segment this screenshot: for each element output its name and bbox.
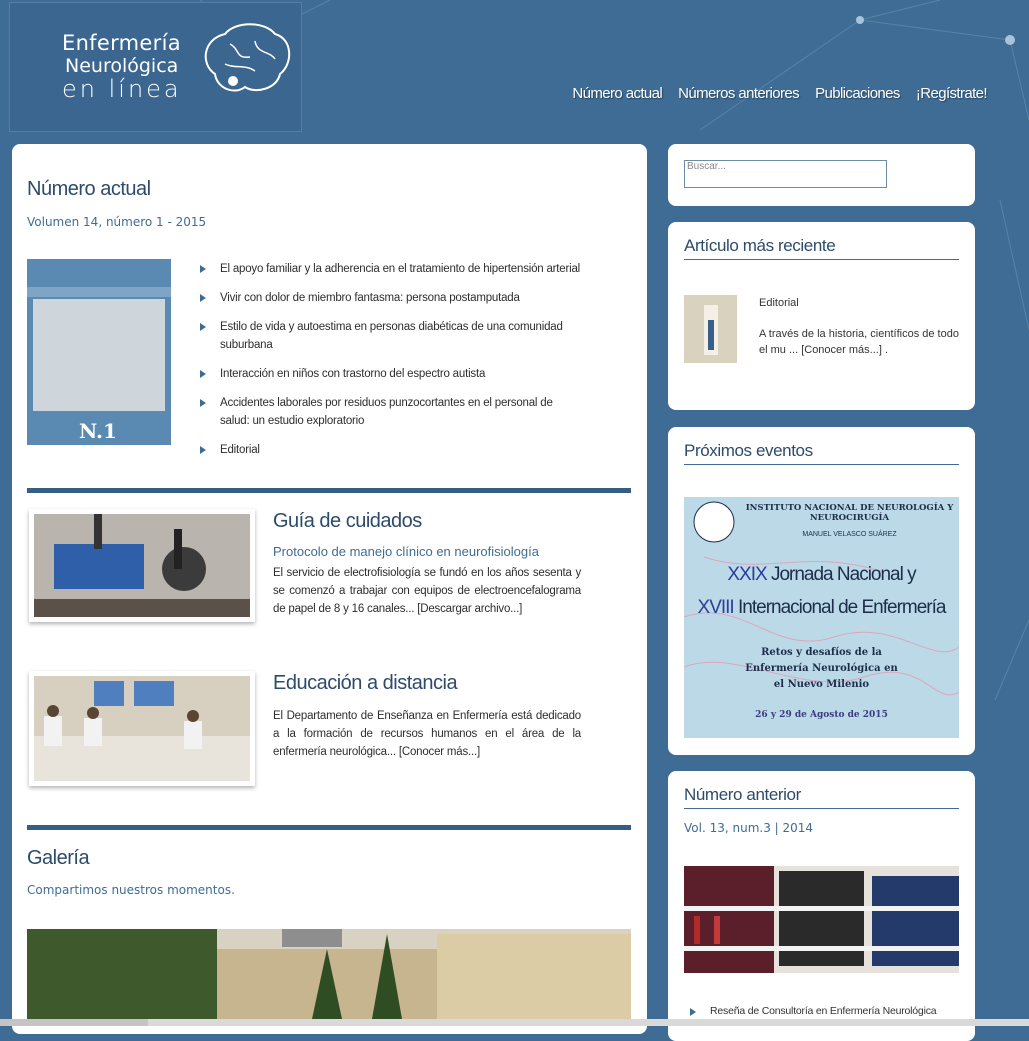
horizontal-scrollbar[interactable] <box>0 1019 1029 1026</box>
event-line-1: XXIX Jornada Nacional y <box>684 564 959 586</box>
event-line-2: XVIII Internacional de Enfermería <box>684 597 959 619</box>
recent-article-thumbnail[interactable] <box>684 295 737 363</box>
article-link[interactable]: Vivir con dolor de miembro fantasma: per… <box>200 289 585 307</box>
recent-article-excerpt: A través de la historia, científicos de … <box>759 326 959 358</box>
current-issue-title: Número actual <box>27 178 151 200</box>
events-heading: Próximos eventos <box>684 441 959 465</box>
main-navigation: Número actual Números anteriores Publica… <box>572 85 987 102</box>
brain-icon <box>204 23 291 92</box>
event-dates: 26 y 29 de Agosto de 2015 <box>755 710 888 720</box>
guide-title[interactable]: Guía de cuidados <box>273 510 422 533</box>
cover-artwork <box>33 299 165 411</box>
article-link[interactable]: Editorial <box>200 441 585 459</box>
guide-subtitle[interactable]: Protocolo de manejo clínico en neurofisi… <box>273 544 539 559</box>
section-divider <box>27 488 631 493</box>
recent-article-card: Artículo más reciente Editorial A través… <box>668 222 975 410</box>
current-issue-subtitle: Volumen 14, número 1 - 2015 <box>27 215 207 229</box>
event-theme: Retos y desafíos de la Enfermería Neurol… <box>745 647 898 690</box>
gallery-subtitle: Compartimos nuestros momentos. <box>27 883 235 897</box>
cover-number: N.1 <box>79 419 117 443</box>
article-link[interactable]: Estilo de vida y autoestima en personas … <box>200 318 585 354</box>
gallery-image[interactable] <box>27 929 631 1019</box>
previous-issue-article-link[interactable]: Reseña de Consultoría en Enfermería Neur… <box>686 1005 937 1017</box>
microscope-photo <box>34 514 250 617</box>
event-organizer-sub: MANUEL VELASCO SUÁREZ <box>802 531 897 538</box>
previous-issue-heading: Número anterior <box>684 785 959 809</box>
recent-excerpt-tail: . <box>884 344 889 356</box>
nav-registrate[interactable]: ¡Regístrate! <box>916 85 988 102</box>
bookshelf-photo <box>684 866 959 973</box>
site-logo[interactable]: Enfermería Neurológica en línea <box>9 2 302 132</box>
download-file-link[interactable]: [Descargar archivo...] <box>417 603 522 615</box>
distance-thumbnail-image[interactable] <box>29 671 255 786</box>
recent-learn-more-link[interactable]: [Conocer más...] <box>801 344 882 356</box>
event-line-1-number: XXIX <box>727 564 767 585</box>
guide-description: El servicio de electrofisiología se fund… <box>273 564 581 618</box>
distance-title[interactable]: Educación a distancia <box>273 672 458 695</box>
previous-issue-subtitle: Vol. 13, num.3 | 2014 <box>684 821 814 835</box>
event-poster[interactable]: INSTITUTO NACIONAL DE NEUROLOGÍA Y NEURO… <box>684 497 959 738</box>
previous-issue-card: Número anterior Vol. 13, num.3 | 2014 Re… <box>668 771 975 1041</box>
section-divider <box>27 825 631 830</box>
recent-article-heading: Artículo más reciente <box>684 236 959 260</box>
classroom-photo <box>34 676 250 781</box>
article-list: El apoyo familiar y la adherencia en el … <box>200 260 585 470</box>
previous-issue-image[interactable] <box>684 866 959 973</box>
guide-thumbnail-image[interactable] <box>29 509 255 622</box>
hallway-photo <box>684 295 737 363</box>
main-content-card: Número actual Volumen 14, número 1 - 201… <box>12 144 647 1034</box>
article-link[interactable]: Accidentes laborales por residuos punzoc… <box>200 394 585 430</box>
cover-band <box>27 287 171 297</box>
nav-numero-actual[interactable]: Número actual <box>572 85 662 102</box>
issue-cover-image[interactable]: N.1 <box>27 259 171 445</box>
nav-publicaciones[interactable]: Publicaciones <box>815 85 900 102</box>
logo-line-1: Enfermería <box>62 31 181 55</box>
event-organizer: INSTITUTO NACIONAL DE NEUROLOGÍA Y NEURO… <box>745 503 954 523</box>
scrollbar-thumb[interactable] <box>0 1019 148 1026</box>
article-link[interactable]: Interacción en niños con trastorno del e… <box>200 365 585 383</box>
event-line-2-number: XVIII <box>697 597 735 618</box>
article-link[interactable]: El apoyo familiar y la adherencia en el … <box>200 260 585 278</box>
event-line-1-text: Jornada Nacional y <box>766 564 917 585</box>
distance-description: El Departamento de Enseñanza en Enfermer… <box>273 707 581 761</box>
gallery-title: Galería <box>27 847 90 869</box>
recent-article-title[interactable]: Editorial <box>759 297 799 309</box>
search-input[interactable]: Buscar... <box>684 160 887 188</box>
search-card: Buscar... <box>668 144 975 206</box>
event-line-2-text: Internacional de Enfermería <box>733 597 946 618</box>
logo-line-2: Neurológica <box>65 55 179 77</box>
building-photo <box>27 929 631 1019</box>
learn-more-link[interactable]: [Conocer más...] <box>399 746 480 758</box>
nav-numeros-anteriores[interactable]: Números anteriores <box>678 85 800 102</box>
site-header: Enfermería Neurológica en línea Número a… <box>0 0 1029 135</box>
logo-line-3: en línea <box>62 75 182 103</box>
events-card: Próximos eventos INSTITUTO NACIONAL DE N… <box>668 427 975 755</box>
